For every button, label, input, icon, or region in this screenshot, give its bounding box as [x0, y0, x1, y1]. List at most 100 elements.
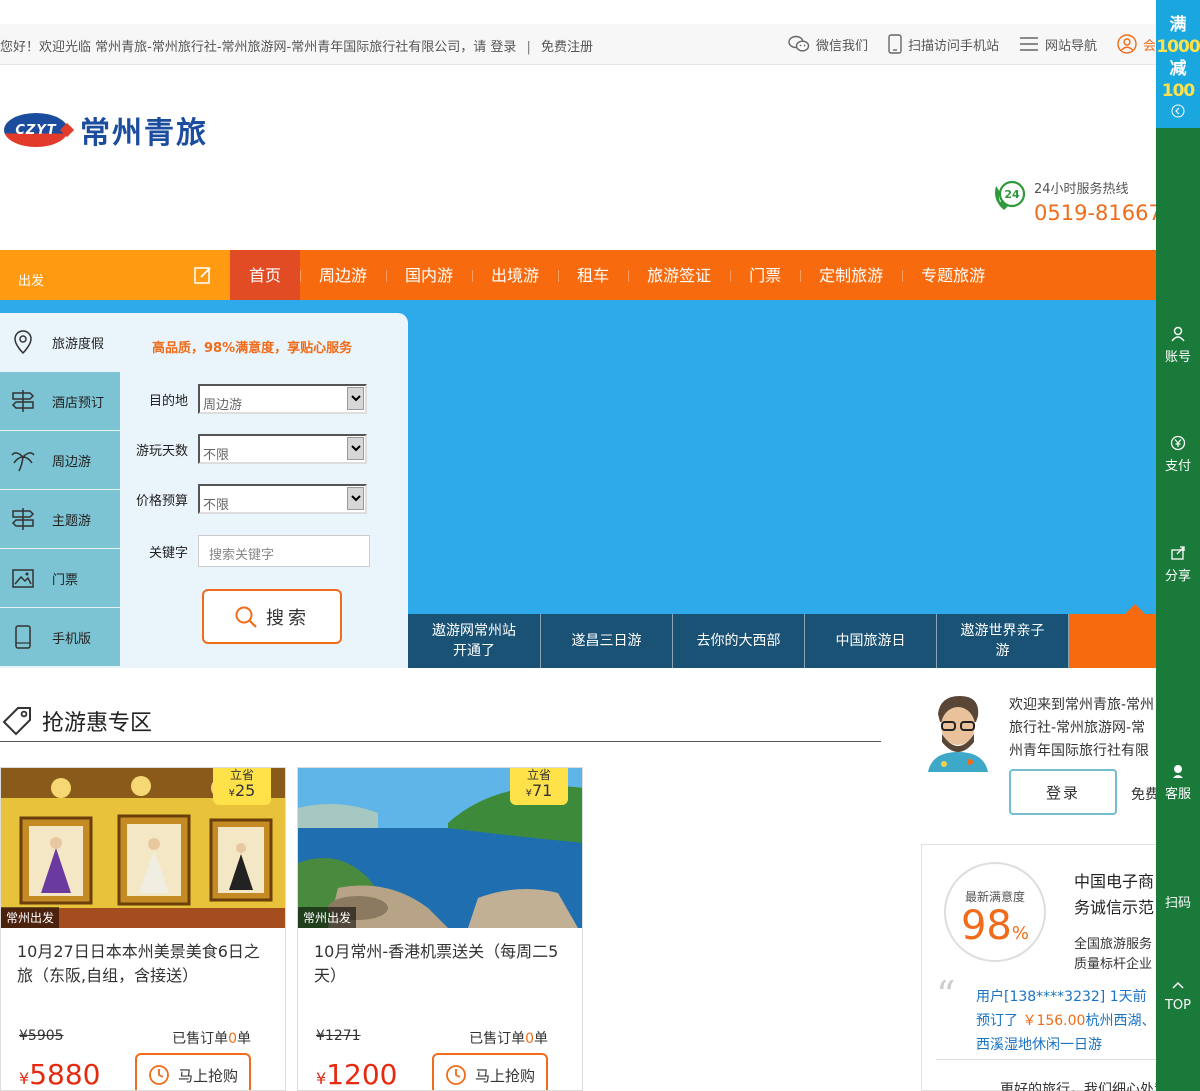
budget-value: 不限 [203, 498, 230, 513]
deal-card[interactable]: 常州出发 立省 ¥71 10月常州-香港机票送关（每周二5天） ¥1271 已售… [297, 767, 583, 1091]
sidebar-scan[interactable]: 扫码 [1156, 892, 1200, 911]
sidebar-account[interactable]: 账号 [1156, 326, 1200, 365]
tab-mobile-label: 手机版 [52, 631, 92, 647]
hero-tab-active-indicator[interactable] [1068, 604, 1156, 668]
keyword-input[interactable]: 搜索关键字 [198, 535, 370, 567]
sidebar-pay[interactable]: 支付 [1156, 435, 1200, 474]
buy-now-label: 马上抢购 [177, 1066, 238, 1085]
site-logo[interactable]: CZYT 常州青旅 [4, 108, 208, 152]
tab-nearby-label: 周边游 [52, 454, 92, 470]
buy-now-button[interactable]: 马上抢购 [432, 1053, 548, 1090]
tab-nearby[interactable]: 周边游 [0, 431, 120, 490]
hero-tab-4[interactable]: 中国旅游日 [804, 614, 936, 668]
tab-theme[interactable]: 主题游 [0, 490, 120, 549]
promo-banner[interactable]: 满 1000 减 100 [1156, 0, 1200, 128]
nav-tickets[interactable]: 门票 [730, 250, 800, 300]
trust-more: 更好的旅行，我们细心处置 [1000, 1082, 1160, 1091]
right-sidebar: 满 1000 减 100 账号 支付 分享 客服 扫码 TOP [1156, 0, 1200, 1091]
promo-text-4: 100 [1161, 81, 1196, 101]
hero-tab-2[interactable]: 遂昌三日游 [540, 614, 672, 668]
savings-amount: 71 [532, 781, 553, 800]
buy-now-button[interactable]: 马上抢购 [135, 1053, 251, 1090]
quote-icon: “ [936, 973, 956, 1017]
sold-prefix: 已售订单 [469, 1031, 526, 1047]
nav-home[interactable]: 首页 [230, 250, 301, 300]
sidebar-top[interactable]: TOP [1156, 978, 1200, 1013]
chevron-left-icon [1171, 104, 1185, 118]
hero-tab-3-label: 去你的大西部 [696, 633, 781, 649]
chevron-up-icon [1172, 981, 1184, 989]
keyword-row: 关键字 搜索关键字 [120, 535, 408, 567]
days-select[interactable]: 不限 [198, 434, 367, 464]
nav-visa[interactable]: 旅游签证 [628, 250, 730, 300]
palm-tree-icon [11, 452, 35, 472]
site-nav-link[interactable]: 网站导航 [1019, 35, 1097, 54]
deal-title[interactable]: 10月27日日本本州美景美食6日之旅（东阪,自组，含接送） [17, 940, 269, 988]
register-link[interactable]: 免费注册 [541, 40, 593, 55]
nav-custom[interactable]: 定制旅游 [800, 250, 902, 300]
sold-number: 0 [228, 1031, 237, 1047]
top-bar: 您好！欢迎光临 常州青旅-常州旅行社-常州旅游网-常州青年国际旅行社有限公司，请… [0, 24, 1156, 65]
nav-outbound[interactable]: 出境游 [472, 250, 558, 300]
member-link[interactable]: 会 [1117, 34, 1156, 54]
tab-hotel[interactable]: 酒店预订 [0, 372, 120, 431]
days-value: 不限 [203, 448, 230, 463]
hero-tab-3[interactable]: 去你的大西部 [672, 614, 804, 668]
wechat-link[interactable]: 微信我们 [788, 35, 868, 54]
clock-icon [446, 1065, 466, 1085]
main-nav: 出发 首页 周边游 国内游 出境游 租车 旅游签证 门票 定制旅游 专题旅游 [0, 250, 1156, 300]
edit-button[interactable] [175, 250, 230, 300]
sidebar-share[interactable]: 分享 [1156, 545, 1200, 584]
savings-badge: 立省 ¥25 [213, 768, 271, 805]
search-panel: 旅游度假 酒店预订 周边游 主题游 门票 手机版 高品质，98%满意度，享贴心服… [0, 313, 408, 668]
mobile-site-link[interactable]: 扫描访问手机站 [888, 34, 999, 54]
hero-tab-2-label: 遂昌三日游 [571, 633, 642, 649]
login-link[interactable]: 登录 [490, 40, 516, 55]
nav-domestic[interactable]: 国内游 [386, 250, 472, 300]
search-slogan: 高品质，98%满意度，享贴心服务 [152, 341, 353, 356]
signpost-icon [11, 508, 35, 530]
headset-icon [1173, 765, 1183, 778]
deal-image[interactable]: 常州出发 立省 ¥71 [298, 768, 582, 928]
departure-selector[interactable]: 出发 [0, 250, 175, 300]
hero-tab-5-line1: 遨游世界亲子 [960, 623, 1045, 639]
budget-select[interactable]: 不限 [198, 484, 367, 514]
hero-tab-5-line2: 游 [995, 643, 1010, 659]
savings-badge: 立省 ¥71 [510, 768, 568, 805]
satisfaction-value: 98 [960, 903, 1012, 949]
destination-select[interactable]: 周边游 [198, 384, 367, 414]
hero-tab-1[interactable]: 遨游网常州站 开通了 [408, 614, 540, 668]
nav-nearby[interactable]: 周边游 [300, 250, 386, 300]
search-button-label: 搜索 [266, 607, 310, 629]
nav-themes[interactable]: 专题旅游 [902, 250, 1004, 300]
search-button[interactable]: 搜索 [202, 589, 342, 644]
keyword-label: 关键字 [148, 545, 188, 561]
top-links: 微信我们 扫描访问手机站 网站导航 会 [768, 34, 1156, 54]
promo-text-3: 减 [1169, 59, 1187, 79]
deal-card[interactable]: 常州出发 立省 ¥25 10月27日日本本州美景美食6日之旅（东阪,自组，含接送… [0, 767, 286, 1091]
deals-title: 抢游惠专区 [42, 710, 153, 736]
avatar [920, 692, 996, 772]
tab-vacation[interactable]: 旅游度假 [0, 313, 120, 372]
panel-login-button[interactable]: 登录 [1009, 769, 1117, 815]
tab-tickets[interactable]: 门票 [0, 549, 120, 608]
destination-row: 目的地 周边游 [120, 384, 408, 414]
tab-mobile[interactable]: 手机版 [0, 608, 120, 667]
budget-label: 价格预算 [135, 493, 188, 509]
recent-booking[interactable]: 用户[138****3232] 1天前预订了 ￥156.00杭州西湖、西溪湿地休… [976, 985, 1156, 1057]
hero-tab-5[interactable]: 遨游世界亲子游 [936, 614, 1068, 668]
share-icon [1171, 546, 1185, 560]
sidebar-service[interactable]: 客服 [1156, 763, 1200, 802]
days-row: 游玩天数 不限 [120, 434, 408, 464]
phone-icon [888, 34, 902, 54]
panel-register-link[interactable]: 免费 [1131, 784, 1159, 804]
edit-icon [193, 267, 211, 284]
chevron-down-icon [347, 387, 364, 410]
hero-banner[interactable]: 旅游度假 酒店预订 周边游 主题游 门票 手机版 高品质，98%满意度，享贴心服… [0, 300, 1156, 668]
deal-image[interactable]: 常州出发 立省 ¥25 [1, 768, 285, 928]
satisfaction-unit: % [1011, 923, 1029, 944]
sidebar-pay-label: 支付 [1164, 459, 1191, 474]
nav-car-rental[interactable]: 租车 [558, 250, 628, 300]
deal-title[interactable]: 10月常州-香港机票送关（每周二5天） [314, 940, 566, 988]
satisfaction-badge: 最新满意度 98% [944, 862, 1046, 962]
